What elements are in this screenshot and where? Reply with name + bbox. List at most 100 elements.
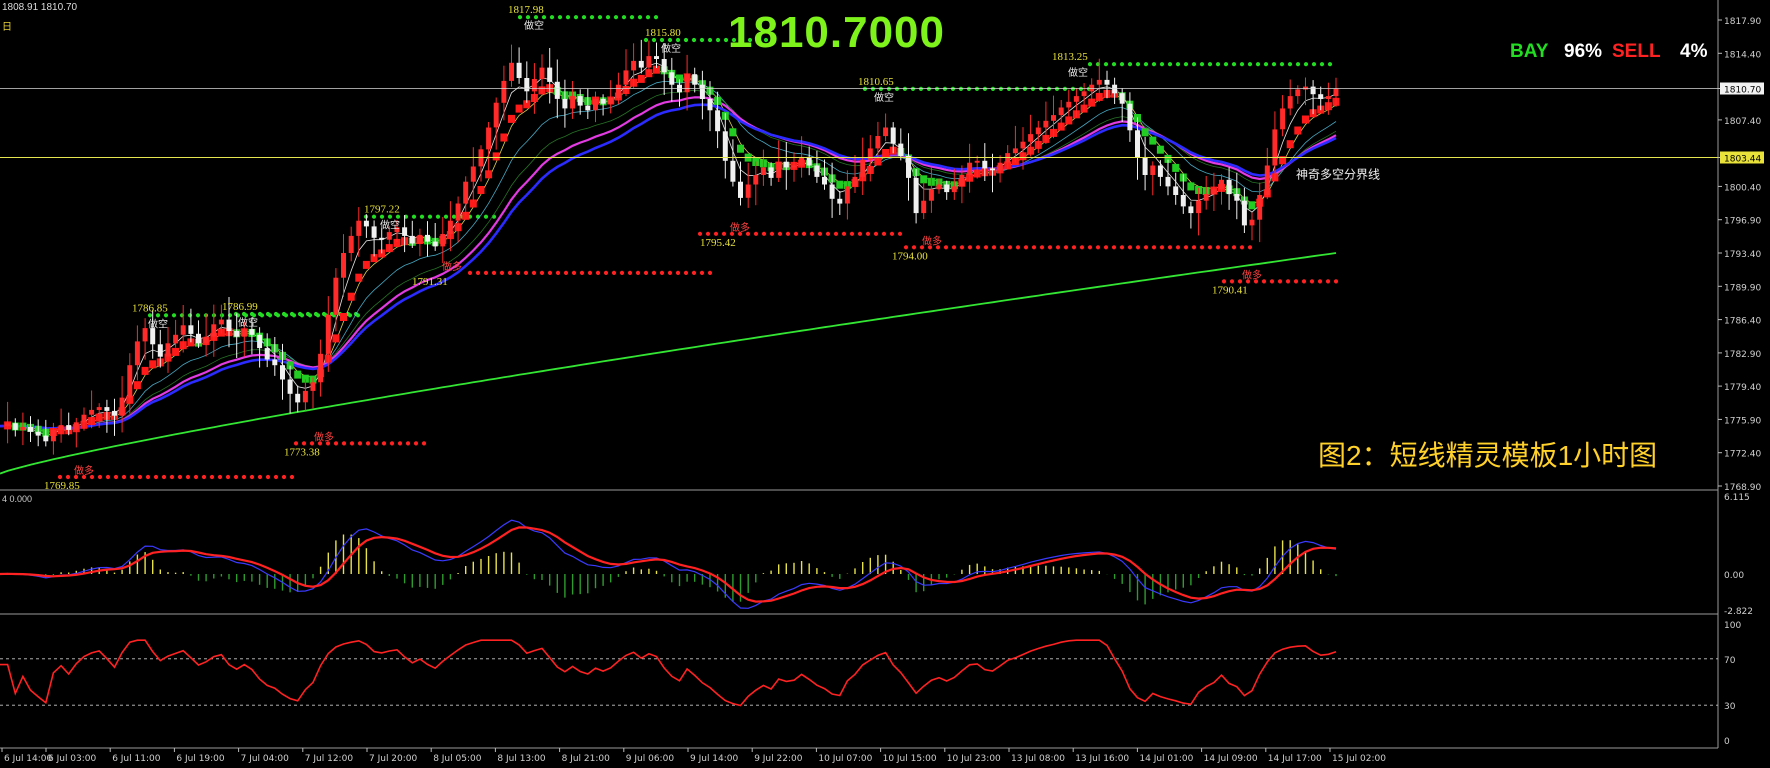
price-tick-label: 1772.40: [1724, 450, 1761, 460]
level-dot: [341, 441, 347, 446]
level-dot: [1285, 279, 1291, 284]
ribbon-block: [294, 370, 302, 379]
level-dot: [651, 270, 657, 275]
candle-body: [921, 200, 927, 214]
candle-body: [1112, 84, 1118, 94]
level-dot: [1293, 279, 1299, 284]
level-dot: [613, 15, 619, 20]
level-dot: [1127, 62, 1133, 67]
candle-body: [707, 98, 713, 111]
level-dot: [539, 270, 545, 275]
level-dot: [113, 474, 119, 480]
candle-body: [570, 96, 576, 109]
candle-body: [379, 237, 385, 240]
level-dot: [1135, 245, 1141, 250]
candle-body: [363, 220, 369, 227]
candle-body: [875, 136, 881, 149]
level-dot: [1287, 62, 1293, 67]
ribbon-block: [492, 152, 500, 161]
candle-body: [1073, 96, 1079, 102]
candle-body: [234, 331, 240, 337]
level-dot: [1247, 245, 1253, 250]
long-marker: 做多: [74, 464, 94, 477]
level-dot: [1095, 245, 1101, 250]
level-dot: [1087, 62, 1093, 67]
level-dot: [691, 37, 697, 43]
candle-body: [1089, 84, 1095, 92]
candle-body: [615, 84, 621, 98]
candle-body: [852, 176, 858, 187]
level-dot: [1199, 245, 1205, 250]
level-dot: [121, 474, 127, 480]
candle-body: [593, 98, 598, 111]
candle-body: [310, 382, 316, 391]
level-dot: [571, 270, 577, 275]
candle-body: [1325, 96, 1331, 99]
candle-body: [280, 365, 285, 380]
level-dot: [281, 474, 287, 480]
level-dot: [241, 474, 247, 480]
candle-body: [1096, 79, 1102, 85]
candle-body: [1035, 127, 1041, 135]
level-dot: [857, 231, 863, 236]
candle-body: [470, 166, 476, 182]
candle-body: [272, 359, 278, 366]
timeframe-mark: 日: [2, 22, 12, 33]
level-dot: [233, 474, 239, 480]
time-tick-label: 8 Jul 05:00: [433, 754, 482, 764]
candle-body: [524, 78, 530, 92]
candle-body: [35, 431, 41, 436]
candle-body: [211, 324, 217, 337]
time-tick-label: 9 Jul 22:00: [754, 754, 803, 764]
level-dot: [777, 231, 783, 236]
candle-body: [722, 131, 728, 161]
candle-body: [455, 203, 461, 221]
candle-body: [112, 410, 117, 416]
ribbon-block: [1286, 140, 1294, 149]
ribbon-block: [1172, 163, 1180, 172]
ribbon-block: [149, 360, 157, 369]
level-dot: [129, 474, 135, 480]
level-dot: [507, 270, 513, 275]
candle-body: [745, 184, 751, 198]
level-dot: [793, 231, 799, 236]
candle-body: [1150, 165, 1156, 175]
candle-body: [1051, 115, 1056, 121]
level-dot: [683, 270, 689, 275]
candle-body: [96, 407, 102, 410]
resistance-label: 1817.98: [508, 4, 544, 16]
level-dot: [293, 441, 299, 446]
long-marker: 做多: [922, 234, 942, 247]
candle-body: [967, 162, 973, 176]
level-dot: [491, 270, 497, 275]
candle-body: [119, 397, 125, 416]
level-dot: [699, 37, 705, 43]
ribbon-block: [1156, 145, 1164, 154]
level-dot: [523, 270, 529, 275]
ribbon-block: [1248, 201, 1256, 210]
level-dot: [699, 270, 705, 275]
short-marker: 做空: [1068, 66, 1088, 79]
candle-body: [509, 62, 514, 81]
candle-body: [218, 319, 224, 325]
level-dot: [301, 441, 307, 446]
level-dot: [249, 474, 255, 480]
level-dot: [1039, 245, 1045, 250]
level-dot: [349, 441, 355, 446]
candle-body: [241, 329, 247, 337]
candle-body: [539, 67, 545, 79]
candle-body: [188, 325, 194, 334]
ribbon-block: [347, 292, 355, 301]
time-tick-label: 10 Jul 15:00: [883, 754, 937, 764]
long-marker: 做多: [1242, 268, 1262, 281]
candle-body: [325, 314, 331, 354]
level-dot: [1327, 62, 1333, 67]
candle-body: [623, 70, 629, 85]
level-dot: [397, 441, 403, 446]
rsi-tick-label: 70: [1724, 656, 1736, 666]
candle-body: [463, 181, 469, 204]
candle-body: [547, 67, 553, 82]
level-dot: [1167, 245, 1173, 250]
level-dot: [411, 214, 417, 219]
level-dot: [557, 15, 563, 20]
